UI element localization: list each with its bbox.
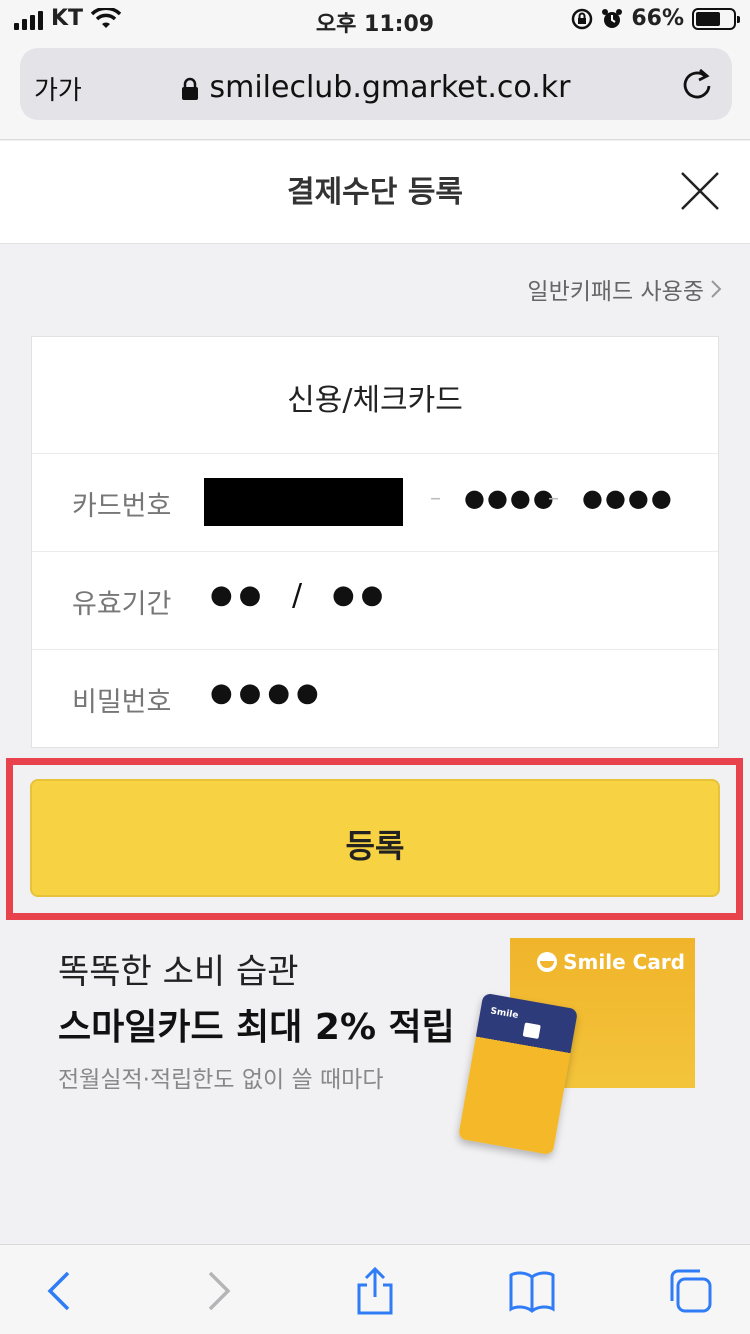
card-number-separator: – (548, 486, 559, 511)
card-number-label: 카드번호 (72, 491, 172, 522)
back-icon[interactable] (36, 1267, 84, 1315)
tabs-icon[interactable] (666, 1267, 714, 1315)
smile-logo-icon (537, 952, 558, 972)
password-row[interactable]: 비밀번호 ●●●● (32, 650, 718, 748)
card-type-title: 신용/체크카드 (32, 337, 718, 454)
card-form: 신용/체크카드 카드번호 – ●●●● – ●●●● 유효기간 ●● / ●● … (31, 336, 719, 748)
card-number-group-3[interactable]: ●●●● (464, 484, 556, 512)
password-value[interactable]: ●●●● (210, 678, 325, 708)
alarm-icon (602, 8, 623, 28)
expiry-row[interactable]: 유효기간 ●● / ●● (32, 552, 718, 650)
promo-subtext: 전월실적·적립한도 없이 쓸 때마다 (58, 1067, 384, 1093)
rotation-lock-icon (572, 8, 593, 29)
share-icon[interactable] (351, 1267, 399, 1315)
card-number-row[interactable]: 카드번호 – ●●●● – ●●●● (32, 454, 718, 552)
battery-percent: 66% (631, 6, 684, 31)
keypad-toggle-link[interactable]: 일반키패드 사용중 (527, 272, 722, 306)
url-display[interactable]: smileclub.gmarket.co.kr (20, 70, 732, 105)
forward-icon[interactable] (194, 1267, 242, 1315)
card-chip-icon (522, 1022, 541, 1040)
promo-title: 스마일카드 최대 2% 적립 (58, 1007, 455, 1048)
promo-banner[interactable]: 똑똑한 소비 습관 스마일카드 최대 2% 적립 전월실적·적립한도 없이 쓸 … (0, 930, 750, 1130)
browser-address-area: 가가 smileclub.gmarket.co.kr (0, 40, 750, 140)
keypad-toggle-label: 일반키패드 사용중 (527, 279, 704, 305)
page-header: 결제수단 등록 (0, 141, 750, 244)
smile-card-logo: Smile Card (537, 950, 685, 974)
bookmarks-icon[interactable] (508, 1267, 556, 1315)
smile-card-brand: Smile Card (563, 950, 685, 974)
battery-icon (692, 7, 740, 30)
password-label: 비밀번호 (72, 687, 172, 718)
lock-icon (182, 77, 199, 100)
card-number-redacted[interactable] (204, 478, 403, 526)
status-bar: KT 오후 11:09 66% (0, 0, 750, 40)
address-bar[interactable]: 가가 smileclub.gmarket.co.kr (20, 48, 732, 120)
url-text: smileclub.gmarket.co.kr (209, 70, 571, 105)
card-number-separator: – (430, 486, 441, 511)
card-brand-text: Smile (489, 1006, 520, 1022)
status-right: 66% (571, 6, 740, 31)
chevron-right-icon (711, 280, 722, 298)
battery-fill (696, 11, 720, 26)
close-icon[interactable] (680, 171, 720, 211)
page-title: 결제수단 등록 (286, 175, 464, 210)
expiry-month[interactable]: ●● (210, 580, 267, 610)
expiry-label: 유효기간 (72, 589, 172, 620)
register-button[interactable]: 등록 (30, 779, 720, 897)
promo-headline: 똑똑한 소비 습관 (58, 952, 299, 992)
expiry-slash: / (292, 578, 303, 613)
expiry-year[interactable]: ●● (332, 580, 389, 610)
browser-toolbar (0, 1244, 750, 1334)
card-number-group-4[interactable]: ●●●● (582, 484, 674, 512)
reload-icon[interactable] (680, 66, 714, 102)
